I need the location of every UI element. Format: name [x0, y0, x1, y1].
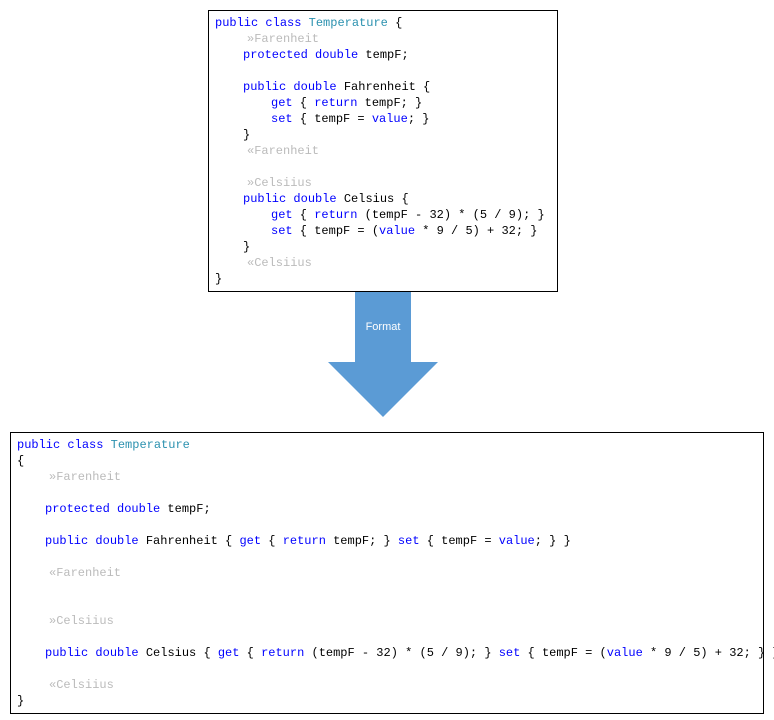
- keyword-public: public: [215, 16, 258, 30]
- line: set { tempF = (value * 9 / 5) + 32; }: [215, 223, 551, 239]
- arrow-head-icon: [328, 362, 438, 417]
- arrow-label: Format: [366, 319, 401, 335]
- brace: {: [395, 16, 402, 30]
- blank-line: [215, 63, 551, 79]
- region-open-celsius: »Celsiius: [215, 175, 551, 191]
- line: public class Temperature {: [215, 15, 551, 31]
- region-open-celsius: »Celsiius: [17, 613, 757, 629]
- format-arrow: Format: [328, 292, 438, 417]
- region-open-farenheit: »Farenheit: [215, 31, 551, 47]
- blank-line: [17, 581, 757, 597]
- region-close-celsius: «Celsiius: [215, 255, 551, 271]
- line: get { return (tempF - 32) * (5 / 9); }: [215, 207, 551, 223]
- code-before: public class Temperature { »Farenheit pr…: [208, 10, 558, 292]
- line: }: [17, 693, 757, 709]
- region-close-farenheit: «Farenheit: [17, 565, 757, 581]
- region-close-farenheit: «Farenheit: [215, 143, 551, 159]
- region-close-celsius: «Celsiius: [17, 677, 757, 693]
- line: }: [215, 271, 551, 287]
- keyword-protected: protected: [243, 48, 308, 62]
- blank-line: [17, 597, 757, 613]
- line: public double Fahrenheit { get { return …: [17, 533, 757, 549]
- class-name: Temperature: [309, 16, 388, 30]
- code-after: public class Temperature { »Farenheit pr…: [10, 432, 764, 714]
- blank-line: [17, 485, 757, 501]
- blank-line: [17, 517, 757, 533]
- line: protected double tempF;: [17, 501, 757, 517]
- blank-line: [215, 159, 551, 175]
- blank-line: [17, 629, 757, 645]
- field: tempF;: [358, 48, 408, 62]
- region-open-farenheit: »Farenheit: [17, 469, 757, 485]
- line: public double Fahrenheit {: [215, 79, 551, 95]
- keyword-double: double: [315, 48, 358, 62]
- line: public class Temperature: [17, 437, 757, 453]
- line: public double Celsius {: [215, 191, 551, 207]
- arrow-shaft: Format: [355, 292, 411, 362]
- keyword-class: class: [265, 16, 301, 30]
- line: {: [17, 453, 757, 469]
- line: public double Celsius { get { return (te…: [17, 645, 757, 661]
- blank-line: [17, 661, 757, 677]
- line: protected double tempF;: [215, 47, 551, 63]
- blank-line: [17, 549, 757, 565]
- line: }: [215, 239, 551, 255]
- line: }: [215, 127, 551, 143]
- line: get { return tempF; }: [215, 95, 551, 111]
- line: set { tempF = value; }: [215, 111, 551, 127]
